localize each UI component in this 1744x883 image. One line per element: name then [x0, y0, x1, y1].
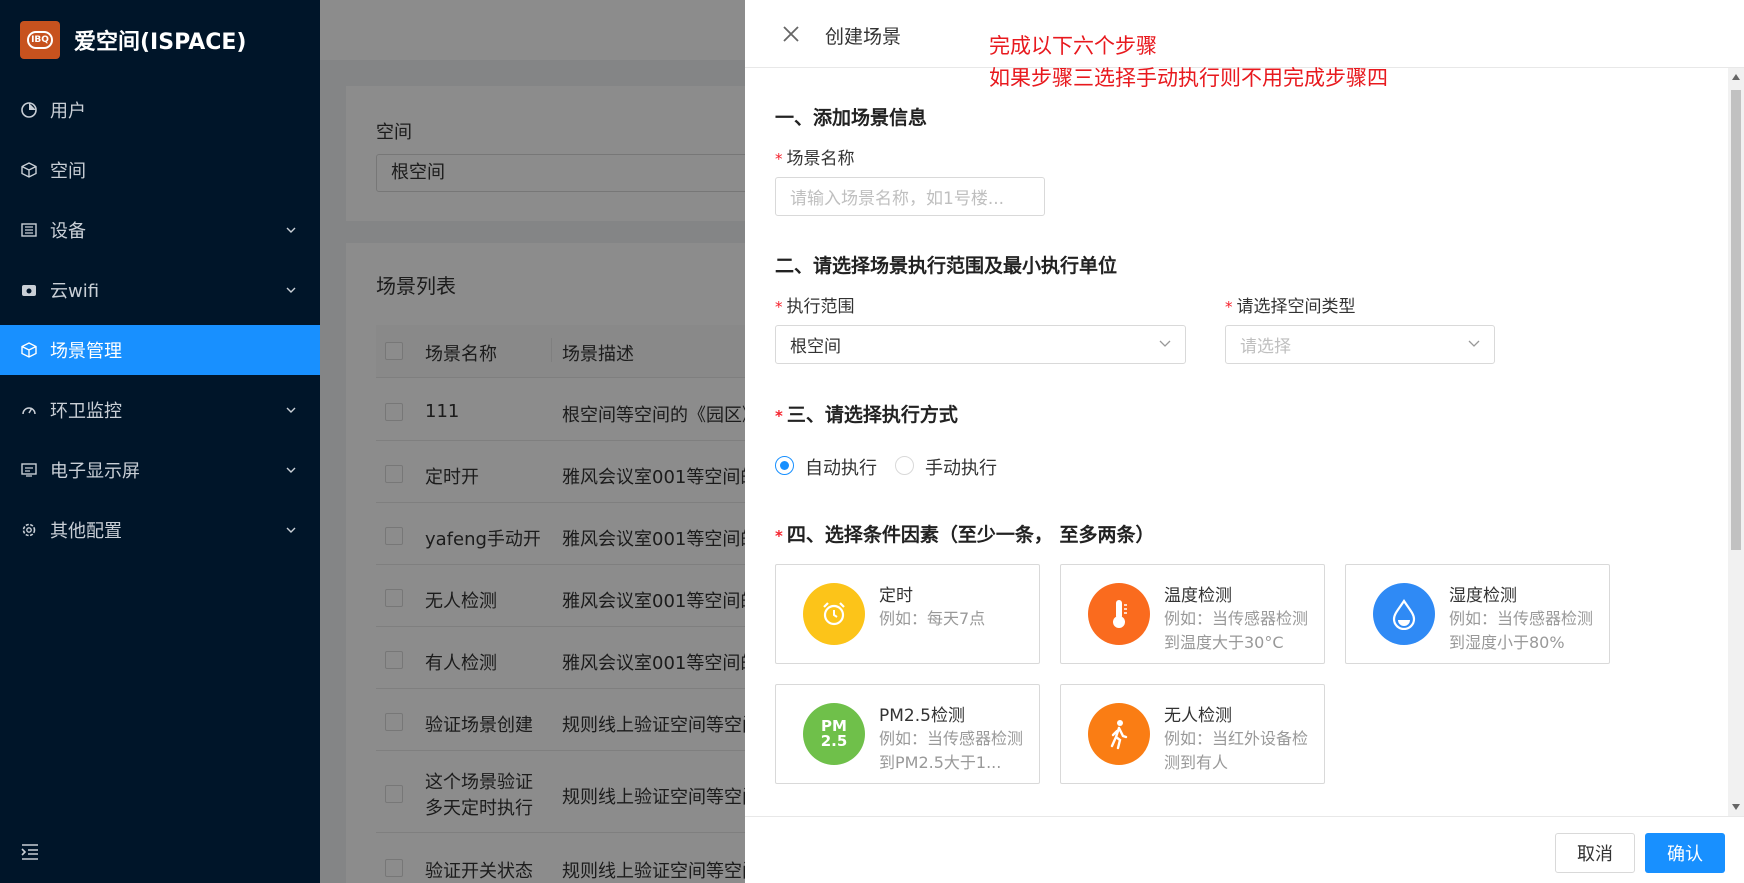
- sidebar-item-displays[interactable]: 电子显示屏: [0, 445, 320, 495]
- section-2-title: 二、请选择场景执行范围及最小执行单位: [775, 255, 1118, 277]
- card-title: 温度检测: [1164, 586, 1232, 606]
- radio-auto-execute[interactable]: [775, 456, 794, 475]
- brand[interactable]: IBQ 爱空间(ISPACE): [0, 0, 320, 80]
- sidebar-item-label: 其他配置: [50, 521, 122, 542]
- pm25-icon-text: PM 2.5: [820, 717, 848, 750]
- chevron-down-icon: [286, 227, 296, 233]
- scene-name-placeholder: 请输入场景名称，如1号楼...: [790, 189, 1005, 209]
- card-title: 定时: [879, 586, 913, 606]
- confirm-button[interactable]: 确认: [1645, 833, 1725, 873]
- condition-card-pm25[interactable]: PM 2.5 PM2.5检测 例如：当传感器检测到PM2.5大于1...: [775, 684, 1040, 784]
- create-scene-drawer: 创建场景 完成以下六个步骤 如果步骤三选择手动执行则不用完成步骤四 一、添加场景…: [745, 0, 1744, 883]
- section-1-title: 一、添加场景信息: [775, 107, 928, 129]
- section-3-title-text: 三、请选择执行方式: [786, 404, 958, 426]
- sidebar-item-devices[interactable]: 设备: [0, 205, 320, 255]
- sidebar-item-settings[interactable]: 其他配置: [0, 505, 320, 555]
- space-type-label-text: 请选择空间类型: [1236, 297, 1356, 317]
- gear-icon: [20, 521, 38, 539]
- menu-collapse-icon[interactable]: [20, 843, 40, 861]
- close-icon[interactable]: [781, 24, 801, 44]
- chevron-down-icon: [286, 527, 296, 533]
- pie-icon: [20, 101, 38, 119]
- scope-label: * 执行范围: [775, 292, 855, 317]
- sidebar-item-sanitation[interactable]: 环卫监控: [0, 385, 320, 435]
- card-desc: 例如：当传感器检测到PM2.5大于1...: [879, 729, 1024, 772]
- section-4-title-text: 四、选择条件因素（至少一条， 至多两条）: [786, 524, 1155, 546]
- scroll-up-arrow-icon[interactable]: [1732, 74, 1740, 80]
- condition-card-timer[interactable]: 定时 例如：每天7点: [775, 564, 1040, 664]
- gauge-icon: [20, 401, 38, 419]
- space-type-select[interactable]: 请选择: [1225, 325, 1495, 364]
- thermometer-icon: [1088, 583, 1150, 645]
- instruction-line-1: 完成以下六个步骤: [989, 34, 1157, 58]
- radio-auto-label[interactable]: 自动执行: [805, 454, 877, 480]
- cube-icon: [20, 341, 38, 359]
- scroll-down-arrow-icon[interactable]: [1732, 804, 1740, 810]
- chevron-down-icon: [1468, 340, 1480, 347]
- scene-name-label-text: 场景名称: [786, 149, 855, 169]
- condition-card-humidity[interactable]: 湿度检测 例如：当传感器检测到湿度小于80%: [1345, 564, 1610, 664]
- required-mark: *: [1225, 298, 1233, 316]
- sidebar-item-label: 设备: [50, 221, 86, 242]
- radio-manual-execute[interactable]: [895, 456, 914, 475]
- sidebar-item-label: 空间: [50, 161, 86, 182]
- card-desc: 例如：当传感器检测到温度大于30°C: [1164, 609, 1309, 652]
- screen-icon: [20, 461, 38, 479]
- scope-select[interactable]: 根空间: [775, 325, 1186, 364]
- sidebar-item-scenes[interactable]: 场景管理: [0, 325, 320, 375]
- app-logo: IBQ: [20, 21, 60, 59]
- scope-select-value: 根空间: [790, 337, 841, 357]
- cancel-button[interactable]: 取消: [1555, 833, 1635, 873]
- drawer-scrollbar[interactable]: [1728, 68, 1744, 816]
- card-title: 无人检测: [1164, 706, 1232, 726]
- scroll-thumb[interactable]: [1731, 90, 1741, 550]
- drawer-title: 创建场景: [825, 26, 902, 48]
- chevron-down-icon: [286, 467, 296, 473]
- instruction-line-2: 如果步骤三选择手动执行则不用完成步骤四: [989, 66, 1388, 90]
- radio-manual-label[interactable]: 手动执行: [925, 454, 997, 480]
- space-type-placeholder: 请选择: [1240, 337, 1291, 357]
- required-mark: *: [775, 298, 783, 316]
- required-mark: *: [775, 150, 783, 168]
- card-title: PM2.5检测: [879, 706, 965, 726]
- instruction-note: 完成以下六个步骤 如果步骤三选择手动执行则不用完成步骤四: [989, 30, 1388, 94]
- sidebar-item-label: 场景管理: [50, 341, 122, 362]
- alarm-clock-icon: [803, 583, 865, 645]
- scene-name-label: * 场景名称: [775, 144, 855, 169]
- cube-icon: [20, 161, 38, 179]
- card-title: 湿度检测: [1449, 586, 1517, 606]
- section-3-title: * 三、请选择执行方式: [775, 400, 958, 427]
- device-icon: [20, 221, 38, 239]
- card-desc: 例如：当红外设备检测到有人: [1164, 729, 1309, 772]
- sidebar: IBQ 爱空间(ISPACE) 用户 空间 设备 云wifi 场景管理 环卫监控…: [0, 0, 320, 883]
- chevron-down-icon: [286, 407, 296, 413]
- card-desc: 例如：当传感器检测到湿度小于80%: [1449, 609, 1594, 652]
- required-mark: *: [775, 527, 783, 545]
- logo-text: IBQ: [27, 31, 53, 49]
- sidebar-item-spaces[interactable]: 空间: [0, 145, 320, 195]
- sidebar-item-label: 电子显示屏: [50, 461, 140, 482]
- sidebar-item-wifi[interactable]: 云wifi: [0, 265, 320, 315]
- scene-name-input[interactable]: 请输入场景名称，如1号楼...: [775, 177, 1045, 216]
- space-type-label: * 请选择空间类型: [1225, 292, 1356, 317]
- condition-card-temperature[interactable]: 温度检测 例如：当传感器检测到温度大于30°C: [1060, 564, 1325, 664]
- scope-label-text: 执行范围: [786, 297, 855, 317]
- water-drop-icon: [1373, 583, 1435, 645]
- wifi-icon: [20, 281, 38, 299]
- pm25-icon: PM 2.5: [803, 703, 865, 765]
- sidebar-item-users[interactable]: 用户: [0, 85, 320, 135]
- drawer-footer: 取消 确认: [745, 816, 1744, 883]
- required-mark: *: [775, 407, 783, 425]
- card-desc: 例如：每天7点: [879, 609, 986, 628]
- sidebar-item-label: 环卫监控: [50, 401, 122, 422]
- chevron-down-icon: [1159, 340, 1171, 347]
- app-name: 爱空间(ISPACE): [74, 30, 247, 55]
- walking-person-icon: [1088, 703, 1150, 765]
- sidebar-item-label: 用户: [50, 101, 86, 122]
- section-4-title: * 四、选择条件因素（至少一条， 至多两条）: [775, 520, 1154, 547]
- chevron-down-icon: [286, 287, 296, 293]
- condition-card-no-person[interactable]: 无人检测 例如：当红外设备检测到有人: [1060, 684, 1325, 784]
- sidebar-item-label: 云wifi: [50, 281, 100, 302]
